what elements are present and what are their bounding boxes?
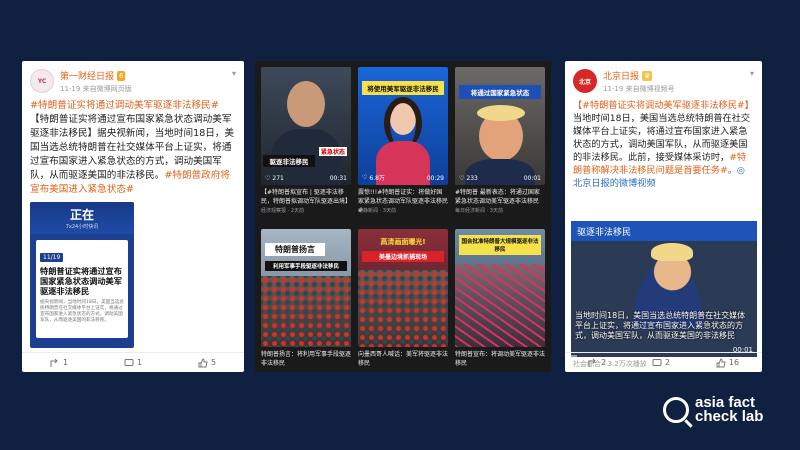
comment-button[interactable]: 1 (124, 358, 142, 368)
video-duration: 00:29 (426, 175, 444, 182)
video-subtitle: 当地时间18日，美国当选总统特朗普在社交媒体平台上证实，将通过宣布国家进入紧急状… (575, 311, 746, 340)
post-text: #特朗普证实将通过调动美军驱逐非法移民#【特朗普证实将通过宣布国家紧急状态调动美… (22, 94, 244, 197)
post-header: 北京 北京日报 ♛ 11-19 来自微博视频号 ▾ (565, 61, 762, 94)
thumb-overlay-text: 将通过国家紧急状态 (459, 85, 541, 99)
hashtag-link[interactable]: #特朗普证实将通过调动美军驱逐非法移民# (30, 100, 219, 111)
thumbs-up-icon (198, 357, 208, 367)
video-thumbnail[interactable]: 将通过国家紧急状态 ♡ 233 00:01 (455, 67, 545, 185)
chevron-down-icon[interactable]: ▾ (232, 69, 236, 78)
video-source: 每日经济新闻 · 3天前 (455, 208, 503, 214)
video-thumbnail[interactable]: 高清画面曝光! 美墨边境抓捕现场 (358, 229, 448, 347)
video-tile[interactable]: 将使用美军驱逐非法移民 ♡ 6.8万 00:29 震惊!!!#特朗普证实：将做好… (358, 67, 448, 223)
embed-brand: 正在 7x24小时快讯 (30, 202, 134, 234)
brand-subtitle: 7x24小时快讯 (65, 224, 99, 230)
repost-count: 2 (600, 358, 607, 367)
magnifier-icon (663, 397, 689, 423)
repost-button[interactable]: 1 (50, 358, 68, 368)
post-meta: 11-19 来自微博视频号 (603, 85, 675, 93)
video-caption[interactable]: 特朗普扬言：将利用军事手段驱逐非法移民 (261, 350, 351, 368)
level-badge: 6 (117, 70, 126, 81)
video-source: 经济观察报 · 2天前 (261, 208, 304, 214)
repost-button[interactable]: 2 (588, 358, 606, 368)
news-body: 据央视新闻，当地时间18日，美国当选总统特朗普在社交媒体平台上证实，将通过宣布国… (40, 300, 124, 323)
author-name[interactable]: 第一财经日报 (60, 69, 114, 82)
video-caption[interactable]: 向墨西哥人喊话：美军将驱逐非法移民 (358, 350, 448, 368)
thumb-overlay-text: 特朗普扬言 (265, 243, 325, 256)
date-badge: 11/19 (40, 253, 64, 262)
video-caption[interactable]: 【#特朗普拟宣布 | 驱逐非法移民，特朗普拟调动军队驱逐出境】 (261, 188, 351, 206)
video-player[interactable]: 驱逐非法移民 当地时间18日，美国当选总统特朗普在社交媒体平台上证实，将通过宣布… (571, 221, 757, 357)
comment-count: 2 (664, 358, 670, 367)
video-thumbnail[interactable]: 国会批准特朗普大规模驱逐非法移民 (455, 229, 545, 347)
post-image[interactable]: 正在 7x24小时快讯 11/19 特朗普证实将通过宣布国家紧急状态调动美军驱逐… (30, 202, 134, 348)
comment-count: 1 (136, 358, 143, 367)
thumb-overlay-text: 国会批准特朗普大规模驱逐非法移民 (459, 235, 541, 255)
like-button[interactable]: 16 (716, 357, 740, 368)
post-header: YC 第一财经日报 6 11-19 来自微博网页版 ▾ (22, 61, 244, 94)
video-thumbnail[interactable]: 特朗普扬言 利用军事手段驱逐非法移民 (261, 229, 351, 347)
video-tile[interactable]: 将通过国家紧急状态 ♡ 233 00:01 #特朗普 最新表态：将通过国家紧急状… (455, 67, 545, 223)
thumbs-up-icon (716, 357, 726, 367)
video-thumbnail[interactable]: 将使用美军驱逐非法移民 ♡ 6.8万 00:29 (358, 67, 448, 185)
video-tile[interactable]: 驱逐非法移民 紧急状态 ♡ 271 00:31 【#特朗普拟宣布 | 驱逐非法移… (261, 67, 351, 223)
video-duration: 00:31 (329, 175, 347, 182)
repost-count: 1 (62, 358, 69, 367)
video-source: 动静新闻 · 3天前 (358, 208, 396, 214)
play-count: ♡ 233 (459, 175, 478, 182)
play-count: ♡ 271 (265, 175, 284, 182)
video-tile[interactable]: 国会批准特朗普大规模驱逐非法移民 特朗普宣布：将调动美军驱逐非法移民 (455, 229, 545, 385)
post-card-diyicaijing: YC 第一财经日报 6 11-19 来自微博网页版 ▾ #特朗普证实将通过调动美… (22, 61, 244, 372)
post-actions: 1 1 5 (22, 352, 244, 372)
play-count: ♡ 6.8万 (362, 174, 385, 182)
post-meta: 11-19 来自微博网页版 (60, 85, 132, 93)
news-card: 11/19 特朗普证实将通过宣布国家紧急状态调动美军驱逐非法移民 据央视新闻，当… (36, 240, 128, 338)
logo-text: asia fact check lab (695, 395, 764, 425)
avatar[interactable]: YC (30, 69, 54, 93)
author-block: 北京日报 ♛ 11-19 来自微博视频号 (603, 69, 746, 94)
like-count: 16 (728, 358, 740, 367)
video-duration: 00:01 (523, 175, 541, 182)
video-grid: 驱逐非法移民 紧急状态 ♡ 271 00:31 【#特朗普拟宣布 | 驱逐非法移… (255, 61, 551, 372)
thumb-overlay-text: 将使用美军驱逐非法移民 (362, 81, 444, 95)
avatar[interactable]: 北京 (573, 69, 597, 93)
video-caption[interactable]: 特朗普宣布：将调动美军驱逐非法移民 (455, 350, 545, 368)
video-thumbnail[interactable]: 驱逐非法移民 紧急状态 ♡ 271 00:31 (261, 67, 351, 185)
thumb-overlay-text: 利用军事手段驱逐非法移民 (265, 261, 347, 271)
hashtag-link[interactable]: 【#特朗普证实将调动美军驱逐非法移民#】 (573, 100, 754, 111)
vip-badge: ♛ (642, 70, 653, 81)
post-text: 【#特朗普证实将调动美军驱逐非法移民#】当地时间18日，美国当选总统特朗普在社交… (565, 94, 762, 190)
news-title: 特朗普证实将通过宣布国家紧急状态调动美军驱逐非法移民 (40, 266, 122, 296)
comment-button[interactable]: 2 (652, 358, 670, 368)
author-name[interactable]: 北京日报 (603, 69, 639, 82)
video-banner: 驱逐非法移民 (571, 221, 757, 241)
author-block: 第一财经日报 6 11-19 来自微博网页版 (60, 69, 228, 94)
logo-line-2: check lab (695, 408, 764, 425)
like-count: 5 (210, 358, 217, 367)
asia-fact-check-lab-logo: asia fact check lab (663, 395, 764, 425)
brand-title: 正在 (69, 208, 94, 222)
repost-icon (588, 358, 596, 367)
comment-icon (124, 358, 134, 366)
thumb-overlay-text: 驱逐非法移民 (263, 155, 315, 167)
thumb-overlay-text: 美墨边境抓捕现场 (362, 251, 444, 262)
chevron-down-icon[interactable]: ▾ (750, 69, 754, 78)
like-button[interactable]: 5 (198, 357, 217, 368)
comment-icon (652, 358, 662, 366)
video-tile[interactable]: 特朗普扬言 利用军事手段驱逐非法移民 特朗普扬言：将利用军事手段驱逐非法移民 (261, 229, 351, 385)
video-caption[interactable]: #特朗普 最新表态：将通过国家紧急状态调动美军驱逐非法移民 (455, 188, 545, 206)
thumb-overlay-text: 高清画面曝光! (380, 238, 426, 246)
video-tile[interactable]: 高清画面曝光! 美墨边境抓捕现场 向墨西哥人喊话：美军将驱逐非法移民 (358, 229, 448, 385)
thumb-overlay-text: 紧急状态 (319, 147, 347, 156)
post-actions: 2 2 16 (565, 352, 762, 372)
repost-icon (50, 358, 58, 367)
post-body: 当地时间18日，美国当选总统特朗普在社交媒体平台上证实，将通过宣布国家进入紧急状… (573, 113, 751, 163)
post-card-beijingribao: 北京 北京日报 ♛ 11-19 来自微博视频号 ▾ 【#特朗普证实将调动美军驱逐… (565, 61, 762, 372)
